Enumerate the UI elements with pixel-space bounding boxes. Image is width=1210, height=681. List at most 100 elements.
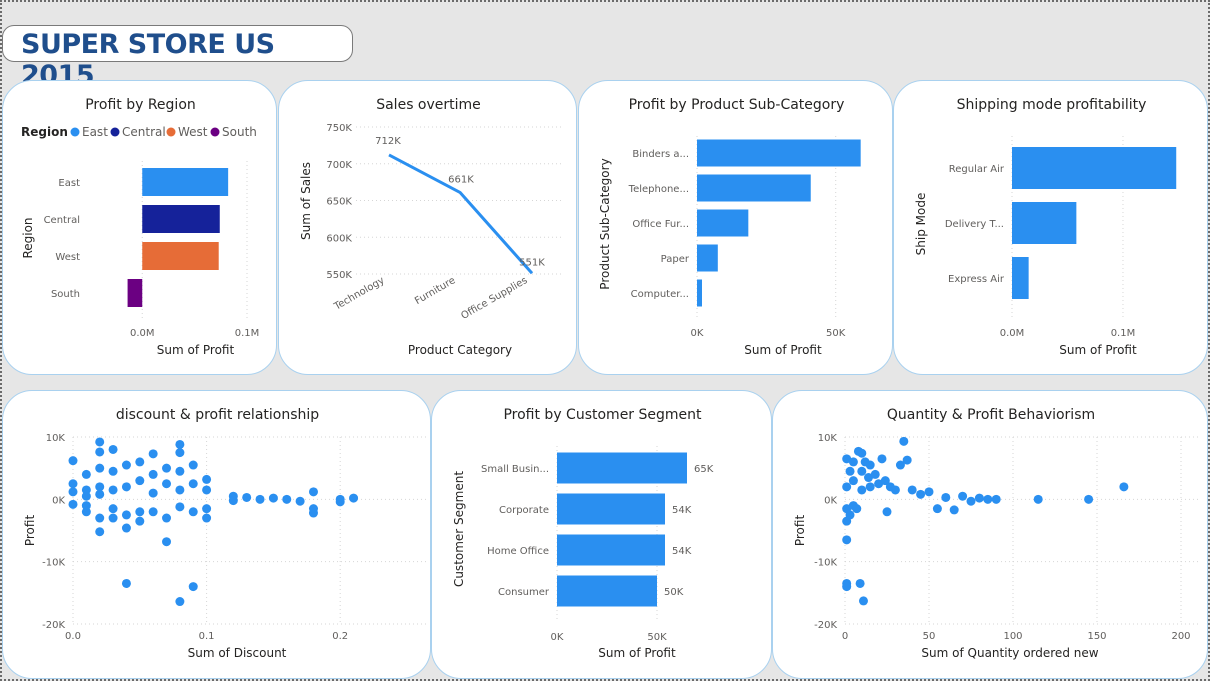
chart-title: Profit by Customer Segment xyxy=(503,407,702,423)
x-tick-label: 0.2 xyxy=(332,631,348,642)
legend-title: Region xyxy=(21,125,68,139)
scatter-point xyxy=(148,449,158,459)
shipping-mode-card[interactable]: Shipping mode profitability 0.0M 0.1M Regul… xyxy=(893,80,1208,375)
scatter-point xyxy=(902,455,912,465)
chart-title: Shipping mode profitability xyxy=(957,97,1147,113)
scatter-point xyxy=(202,504,212,514)
bar xyxy=(142,205,220,233)
bar xyxy=(1012,257,1029,299)
sales-overtime-card[interactable]: Sales overtime 550K 600K 650K 700K 750K 712K Te… xyxy=(278,80,577,375)
scatter-point xyxy=(175,439,185,449)
scatter-point xyxy=(1033,494,1043,504)
scatter-point xyxy=(68,499,78,509)
y-category-label: Home Office xyxy=(487,546,549,557)
discount-profit-card[interactable]: discount & profit relationship -20K -10K 0K… xyxy=(2,390,431,679)
scatter-point xyxy=(268,493,278,503)
scatter-point xyxy=(242,492,252,502)
y-tick-label: 600K xyxy=(326,233,352,244)
scatter-point xyxy=(121,460,131,470)
x-axis-title: Sum of Profit xyxy=(157,343,235,357)
y-category-label: Binders a... xyxy=(632,149,689,160)
scatter-point xyxy=(845,466,855,476)
scatter-point xyxy=(121,578,131,588)
x-axis-title: Sum of Profit xyxy=(598,646,676,660)
scatter-point xyxy=(848,476,858,486)
y-tick-label: 10K xyxy=(46,433,66,444)
x-tick-label: 0.1M xyxy=(235,328,260,339)
bar xyxy=(697,279,702,307)
x-tick-label: 0K xyxy=(691,328,704,339)
scatter-point xyxy=(858,596,868,606)
scatter-point xyxy=(81,469,91,479)
scatter-point xyxy=(108,466,118,476)
chart-title: discount & profit relationship xyxy=(116,407,319,423)
scatter-point xyxy=(121,482,131,492)
x-tick-label: 0.1M xyxy=(1111,328,1136,339)
bar xyxy=(557,575,657,607)
shipping-mode-chart[interactable]: Shipping mode profitability 0.0M 0.1M Regul… xyxy=(894,81,1208,375)
x-tick-label: 50K xyxy=(647,632,667,643)
x-tick-label: 150 xyxy=(1087,631,1106,642)
scatter-point xyxy=(958,491,968,501)
data-label: 54K xyxy=(672,546,692,557)
scatter-point xyxy=(848,457,858,467)
scatter-point xyxy=(95,463,105,473)
scatter-point xyxy=(877,454,887,464)
scatter-point xyxy=(202,474,212,484)
scatter-point xyxy=(202,513,212,523)
scatter-point xyxy=(991,494,1001,504)
scatter-point xyxy=(188,460,198,470)
profit-by-region-chart[interactable]: Profit by Region 0.0M 0.1M East Central West S… xyxy=(3,81,277,375)
scatter-point xyxy=(857,485,867,495)
legend-marker xyxy=(210,127,220,137)
y-axis-title: Region xyxy=(21,217,35,258)
x-tick-label: 50K xyxy=(826,328,846,339)
y-tick-label: -10K xyxy=(42,558,65,569)
scatter-point xyxy=(81,491,91,501)
legend-marker xyxy=(70,127,80,137)
scatter-point xyxy=(175,448,185,458)
x-axis-title: Sum of Discount xyxy=(188,646,287,660)
y-category-label: Consumer xyxy=(498,587,550,598)
x-axis-title: Sum of Profit xyxy=(1059,343,1137,357)
scatter-point xyxy=(188,582,198,592)
data-label: 661K xyxy=(448,174,474,185)
bar xyxy=(142,242,219,270)
scatter-point xyxy=(108,504,118,514)
y-category-label: Paper xyxy=(661,254,690,265)
sales-overtime-chart[interactable]: Sales overtime550K600K650K700K750K712KTe… xyxy=(279,81,577,375)
bar xyxy=(557,534,665,566)
profit-by-region-card[interactable]: Profit by Region 0.0M 0.1M East Central West S… xyxy=(2,80,277,375)
y-tick-label: 0K xyxy=(52,495,65,506)
y-category-label: Telephone... xyxy=(628,184,689,195)
y-axis-title: Sum of Sales xyxy=(299,162,313,240)
scatter-point xyxy=(295,496,305,506)
scatter-point xyxy=(148,507,158,517)
y-category-label: Delivery T... xyxy=(945,219,1004,230)
scatter-point xyxy=(907,485,917,495)
scatter-point xyxy=(1084,494,1094,504)
scatter-point xyxy=(852,504,862,514)
quantity-profit-chart[interactable]: Quantity & Profit Behaviorism -20K -10K 0K 1… xyxy=(773,391,1208,679)
x-axis-title: Product Category xyxy=(408,343,512,357)
scatter-point xyxy=(899,436,909,446)
scatter-point xyxy=(81,501,91,511)
quantity-profit-card[interactable]: Quantity & Profit Behaviorism -20K -10K 0K 1… xyxy=(772,390,1208,679)
y-category-label: Computer... xyxy=(631,289,689,300)
scatter-point xyxy=(175,597,185,607)
x-axis-title: Sum of Quantity ordered new xyxy=(921,646,1098,660)
legend-label: East xyxy=(82,125,108,139)
discount-profit-chart[interactable]: discount & profit relationship -20K -10K 0K… xyxy=(3,391,431,679)
profit-by-segment-chart[interactable]: Profit by Customer Segment 0K 50K Small Bus… xyxy=(432,391,772,679)
profit-by-subcategory-card[interactable]: Profit by Product Sub-Category 0K 50K Binde… xyxy=(578,80,893,375)
y-category-label: East xyxy=(58,178,80,189)
scatter-point xyxy=(175,502,185,512)
profit-by-segment-card[interactable]: Profit by Customer Segment 0K 50K Small Bus… xyxy=(431,390,772,679)
scatter-point xyxy=(882,507,892,517)
profit-by-subcategory-chart[interactable]: Profit by Product Sub-Category 0K 50K Binde… xyxy=(579,81,893,375)
scatter-point xyxy=(857,466,867,476)
scatter-point xyxy=(162,463,172,473)
bar xyxy=(697,209,749,237)
y-axis-title: Customer Segment xyxy=(452,471,466,587)
x-tick-label: 0.0 xyxy=(65,631,81,642)
